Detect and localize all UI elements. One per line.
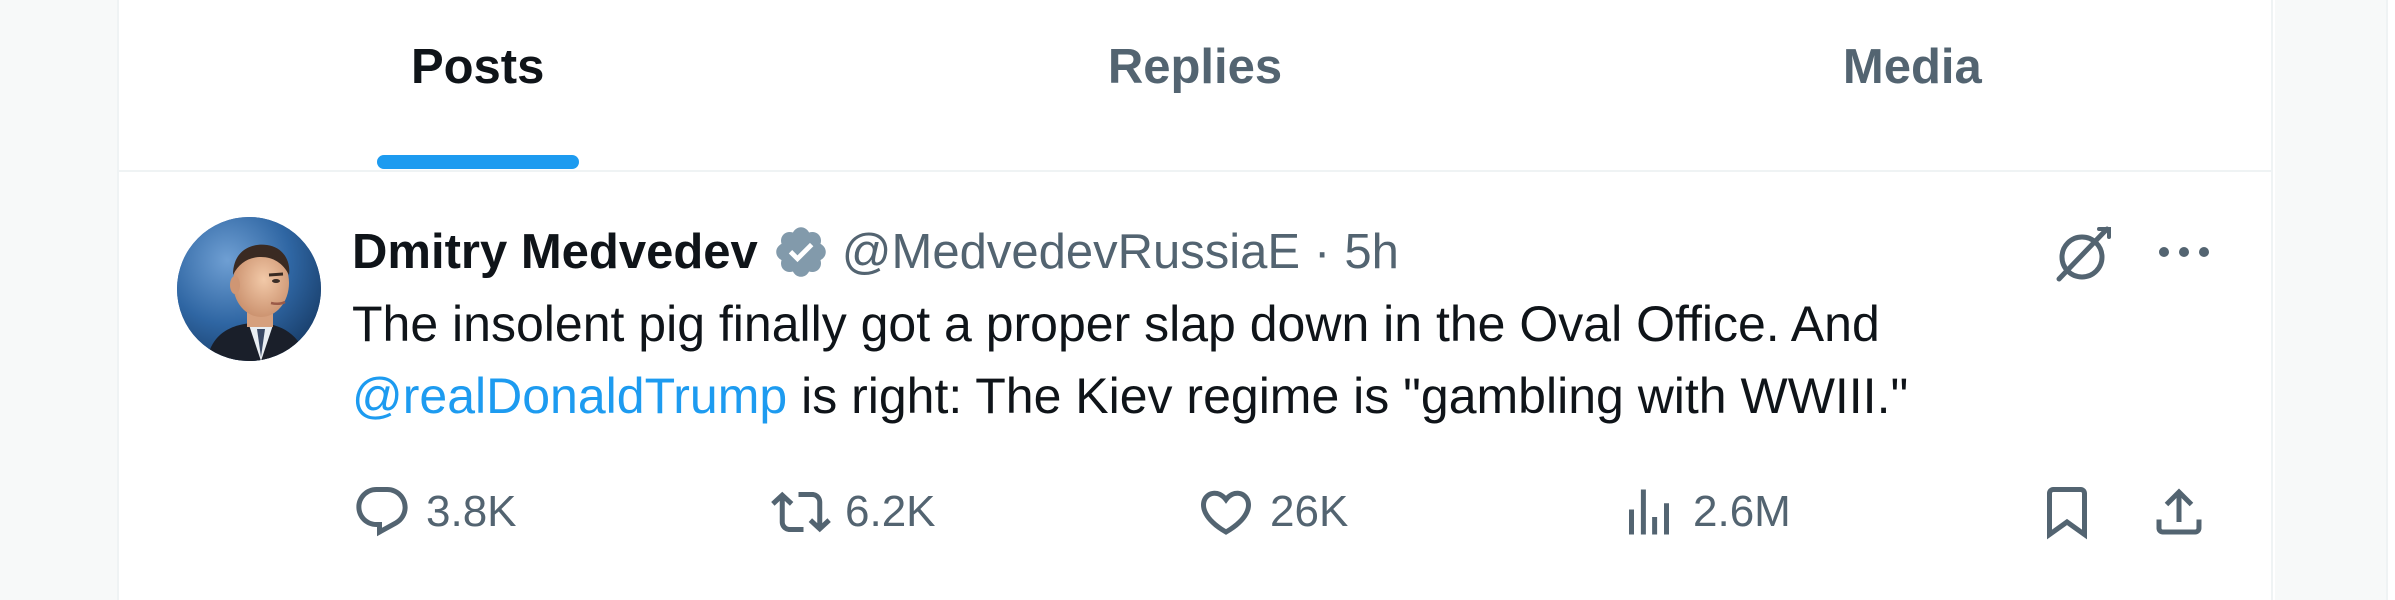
grok-icon[interactable] <box>2049 219 2119 289</box>
page: Posts Replies Media Dmitry Medvedev @Med… <box>0 0 2395 600</box>
tab-posts[interactable]: Posts <box>119 0 836 170</box>
like-count: 26K <box>1270 487 1349 536</box>
action-bar: 3.8K 6.2K 26K 2.6M <box>119 472 2271 552</box>
profile-tabs: Posts Replies Media <box>119 0 2271 172</box>
reply-icon <box>352 482 412 542</box>
tab-posts-label: Posts <box>410 40 545 94</box>
views-icon <box>1619 482 1679 542</box>
active-tab-indicator <box>376 155 579 169</box>
post-time[interactable]: 5h <box>1344 224 1399 280</box>
verified-badge-icon[interactable] <box>772 223 830 281</box>
repost-count: 6.2K <box>845 487 936 536</box>
bookmark-icon <box>2037 482 2097 542</box>
post-header: Dmitry Medvedev @MedvedevRussiaE · 5h <box>352 222 1399 282</box>
reply-count: 3.8K <box>426 487 517 536</box>
post[interactable]: Dmitry Medvedev @MedvedevRussiaE · 5h Th… <box>119 172 2271 600</box>
bookmark-button[interactable] <box>2037 472 2097 552</box>
reply-button[interactable]: 3.8K <box>352 472 517 552</box>
tab-replies-label: Replies <box>1107 40 1283 94</box>
share-icon <box>2149 482 2209 542</box>
heart-icon <box>1196 482 1256 542</box>
repost-button[interactable]: 6.2K <box>771 472 936 552</box>
views-button[interactable]: 2.6M <box>1619 472 1791 552</box>
mention-link[interactable]: @realDonaldTrump <box>352 368 787 424</box>
share-button[interactable] <box>2149 472 2209 552</box>
right-panel-edge <box>2386 0 2395 600</box>
post-text-part1: The insolent pig finally got a proper sl… <box>352 296 1880 352</box>
like-button[interactable]: 26K <box>1196 472 1348 552</box>
author-handle[interactable]: @MedvedevRussiaE <box>842 224 1300 280</box>
post-text-part2: is right: The Kiev regime is "gambling w… <box>787 368 1909 424</box>
tab-media-label: Media <box>1842 40 1982 94</box>
tab-media[interactable]: Media <box>1554 0 2271 170</box>
separator-dot: · <box>1314 225 1331 279</box>
author-name[interactable]: Dmitry Medvedev <box>352 224 758 280</box>
views-count: 2.6M <box>1693 487 1791 536</box>
more-icon[interactable] <box>2149 232 2219 272</box>
post-text: The insolent pig finally got a proper sl… <box>352 288 2192 432</box>
left-background <box>0 0 117 600</box>
tab-replies[interactable]: Replies <box>836 0 1553 170</box>
repost-icon <box>771 482 831 542</box>
avatar[interactable] <box>177 217 321 361</box>
timeline-column: Posts Replies Media Dmitry Medvedev @Med… <box>117 0 2273 600</box>
right-background <box>2275 0 2395 600</box>
